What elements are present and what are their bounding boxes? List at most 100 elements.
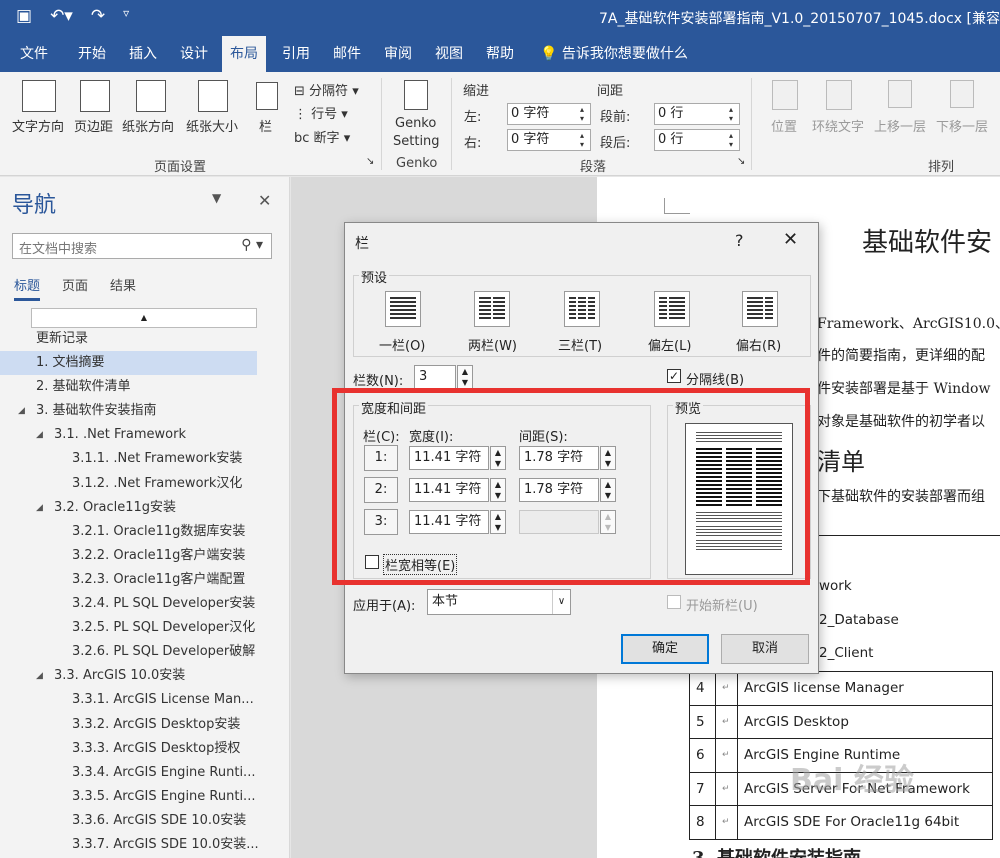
collapse-bar[interactable]: ▲ xyxy=(31,308,257,328)
doc-line: 件安装部署是基于 Window xyxy=(817,381,991,397)
nav-tab-pages[interactable]: 页面 xyxy=(62,275,88,301)
heading-list: 更新记录 1. 文档摘要 2. 基础软件清单 ◢ 3. 基础软件安装指南 ◢ 3.1. .N… xyxy=(0,327,290,857)
columns-icon xyxy=(256,82,278,110)
nav-heading-item[interactable]: 3.3.5. ArcGIS Engine Runti... xyxy=(0,785,290,809)
table-cell-num: 8 xyxy=(689,805,716,840)
line-numbers-button[interactable]: ⋮ 行号 ▾ xyxy=(294,103,348,122)
genko-button-line1[interactable]: Genko xyxy=(395,116,436,131)
expand-triangle-icon[interactable]: ◢ xyxy=(36,423,43,447)
save-icon[interactable]: ▣ xyxy=(16,6,32,26)
nav-heading-item[interactable]: 3.2.4. PL SQL Developer安装 xyxy=(0,592,290,616)
nav-tab-headings[interactable]: 标题 xyxy=(14,275,41,301)
preset-4-button[interactable] xyxy=(654,291,690,327)
tab-view[interactable]: 视图 xyxy=(427,36,471,72)
preset-1-button[interactable] xyxy=(385,291,421,327)
table-cell-mark: ↵ xyxy=(715,805,738,840)
genko-button-line2[interactable]: Setting xyxy=(393,134,440,149)
tab-file[interactable]: 文件 xyxy=(12,36,56,72)
nav-heading-item[interactable]: 3.2.3. Oracle11g客户端配置 xyxy=(0,568,290,592)
paper-size-button[interactable]: 纸张大小 xyxy=(186,116,238,135)
nav-heading-item[interactable]: 3.3.1. ArcGIS License Man... xyxy=(0,688,290,712)
indent-left-input[interactable]: 0 字符 xyxy=(507,103,591,125)
nav-heading-item[interactable]: 3.1.1. .Net Framework安装 xyxy=(0,447,290,471)
nav-heading-item[interactable]: 1. 文档摘要 xyxy=(0,351,257,376)
table-row: 5 ↵ ArcGIS Desktop xyxy=(689,704,993,739)
expand-triangle-icon[interactable]: ◢ xyxy=(36,496,43,520)
presets-label: 预设 xyxy=(359,267,390,286)
columns-button[interactable]: 栏 xyxy=(259,116,272,135)
tab-help[interactable]: 帮助 xyxy=(478,36,522,72)
nav-heading-item[interactable]: 3.1.2. .Net Framework汉化 xyxy=(0,472,290,496)
customize-icon[interactable]: ▿ xyxy=(123,6,129,26)
new-column-checkbox[interactable] xyxy=(667,595,681,609)
preset-3-button[interactable] xyxy=(564,291,600,327)
space-after-label: 段后: xyxy=(600,136,631,151)
preset-5-button[interactable] xyxy=(742,291,778,327)
preset-label: 三栏(T) xyxy=(558,339,603,354)
hyphenation-button[interactable]: bc 断字 ▾ xyxy=(294,127,350,146)
nav-heading-item[interactable]: 3.3.6. ArcGIS SDE 10.0安装 xyxy=(0,809,290,833)
send-backward-button[interactable]: 下移一层 xyxy=(936,116,988,135)
num-cols-input[interactable]: 3 xyxy=(414,365,456,389)
indent-right-input[interactable]: 0 字符 xyxy=(507,129,591,151)
nav-heading-item[interactable]: 3.3.3. ArcGIS Desktop授权 xyxy=(0,737,290,761)
nav-heading-item[interactable]: 3.2.1. Oracle11g数据库安装 xyxy=(0,520,290,544)
apply-to-label: 应用于(A): xyxy=(353,599,416,614)
tab-insert[interactable]: 插入 xyxy=(121,36,165,72)
table-cell-name: ArcGIS SDE For Oracle11g 64bit xyxy=(737,805,993,840)
tab-layout[interactable]: 布局 xyxy=(222,36,266,72)
send-backward-icon xyxy=(950,80,974,108)
close-icon[interactable]: ✕ xyxy=(258,191,271,210)
position-button[interactable]: 位置 xyxy=(771,116,797,135)
expand-triangle-icon[interactable]: ◢ xyxy=(36,664,43,688)
tab-mailings[interactable]: 邮件 xyxy=(325,36,369,72)
nav-heading-item[interactable]: 3.3.4. ArcGIS Engine Runti... xyxy=(0,761,290,785)
ok-button[interactable]: 确定 xyxy=(621,634,709,664)
nav-heading-item[interactable]: 3.3.2. ArcGIS Desktop安装 xyxy=(0,713,290,737)
page-setup-launcher-icon[interactable]: ↘ xyxy=(366,156,374,167)
nav-tab-results[interactable]: 结果 xyxy=(110,275,136,301)
nav-heading-item[interactable]: ◢ 3.1. .Net Framework xyxy=(0,423,290,447)
tab-review[interactable]: 审阅 xyxy=(376,36,420,72)
nav-heading-item[interactable]: 3.2.2. Oracle11g客户端安装 xyxy=(0,544,290,568)
title-bar: ▣ ↶▾ ↷ ▿ 7A_基础软件安装部署指南_V1.0_20150707_104… xyxy=(0,0,1000,36)
close-icon[interactable]: ✕ xyxy=(783,229,798,250)
tab-references[interactable]: 引用 xyxy=(274,36,318,72)
tab-design[interactable]: 设计 xyxy=(172,36,216,72)
nav-heading-item[interactable]: ◢ 3.3. ArcGIS 10.0安装 xyxy=(0,664,290,688)
space-before-input[interactable]: 0 行 xyxy=(654,103,740,125)
nav-heading-item[interactable]: 3.3.7. ArcGIS SDE 10.0安装... xyxy=(0,833,290,857)
nav-heading-item[interactable]: ◢ 3. 基础软件安装指南 xyxy=(0,399,290,423)
text-direction-button[interactable]: 文字方向 xyxy=(12,116,64,135)
help-icon[interactable]: ? xyxy=(735,231,744,250)
redo-icon[interactable]: ↷ xyxy=(91,6,105,26)
apply-to-select[interactable]: 本节 ∨ xyxy=(427,589,571,615)
margins-button[interactable]: 页边距 xyxy=(74,116,113,135)
breaks-button[interactable]: ⊟ 分隔符 ▾ xyxy=(294,80,359,99)
nav-heading-item[interactable]: 3.2.5. PL SQL Developer汉化 xyxy=(0,616,290,640)
wrap-text-button[interactable]: 环绕文字 xyxy=(812,116,864,135)
search-icon[interactable]: ⚲ ▾ xyxy=(241,237,263,253)
orientation-button[interactable]: 纸张方向 xyxy=(122,116,174,135)
nav-heading-item[interactable]: 3.2.6. PL SQL Developer破解 xyxy=(0,640,290,664)
nav-options-icon[interactable]: ▼ xyxy=(212,191,221,205)
undo-icon[interactable]: ↶▾ xyxy=(50,6,73,26)
nav-heading-item[interactable]: 更新记录 xyxy=(0,327,290,351)
tab-home[interactable]: 开始 xyxy=(70,36,114,72)
paragraph-launcher-icon[interactable]: ↘ xyxy=(737,156,745,167)
cancel-button[interactable]: 取消 xyxy=(721,634,809,664)
nav-heading-item[interactable]: 2. 基础软件清单 xyxy=(0,375,290,399)
table-cell-name: ArcGIS license Manager xyxy=(737,671,993,706)
num-cols-spinner[interactable]: ▲ ▼ xyxy=(457,365,473,389)
preset-2-button[interactable] xyxy=(474,291,510,327)
table-cell-num: 7 xyxy=(689,771,716,806)
separator-checkbox[interactable]: ✓ xyxy=(667,369,681,383)
bring-forward-button[interactable]: 上移一层 xyxy=(874,116,926,135)
indent-right-label: 右: xyxy=(464,136,482,151)
nav-heading-item[interactable]: ◢ 3.2. Oracle11g安装 xyxy=(0,496,290,520)
tell-me-search[interactable]: 💡 告诉我你想要做什么 xyxy=(540,36,688,72)
space-after-input[interactable]: 0 行 xyxy=(654,129,740,151)
search-input[interactable]: 在文档中搜索 ⚲ ▾ xyxy=(12,233,272,259)
expand-triangle-icon[interactable]: ◢ xyxy=(18,399,25,423)
preset-label: 一栏(O) xyxy=(379,339,426,354)
